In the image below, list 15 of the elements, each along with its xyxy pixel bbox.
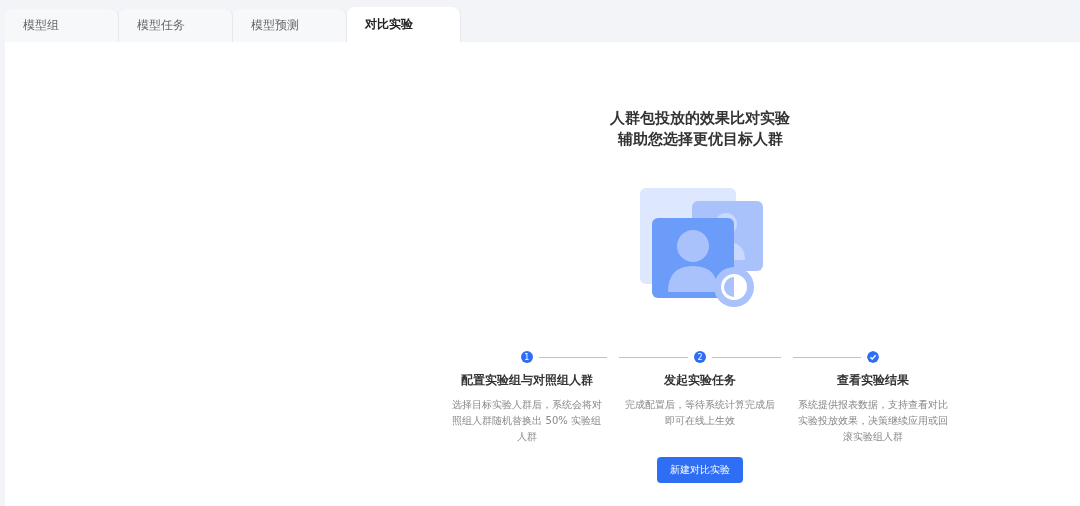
intro-title: 人群包投放的效果比对实验 辅助您选择更优目标人群 bbox=[610, 108, 790, 150]
tab[interactable]: 模型预测 bbox=[233, 9, 347, 42]
check-icon bbox=[867, 351, 880, 363]
step-description: 选择目标实验人群后，系统会将对照组人群随机替换出 50% 实验组人群 bbox=[451, 398, 602, 444]
tab[interactable]: 模型任务 bbox=[119, 9, 233, 42]
step-description: 完成配置后，等待系统计算完成后即可在线上生效 bbox=[625, 398, 775, 428]
tab[interactable]: 对比实验 bbox=[347, 7, 461, 42]
step-title: 查看实验结果 bbox=[837, 372, 910, 389]
step-number: 1 bbox=[520, 351, 533, 363]
step-title: 配置实验组与对照组人群 bbox=[460, 372, 593, 389]
step-title: 发起实验任务 bbox=[664, 372, 736, 389]
step-description: 系统提供报表数据，支持查看对比实验投放效果，决策继续应用或回滚实验组人群 bbox=[798, 398, 949, 444]
step-number: 2 bbox=[694, 351, 706, 363]
new-experiment-button[interactable]: 新建对比实验 bbox=[657, 457, 743, 483]
tab[interactable]: 模型组 bbox=[5, 9, 119, 42]
